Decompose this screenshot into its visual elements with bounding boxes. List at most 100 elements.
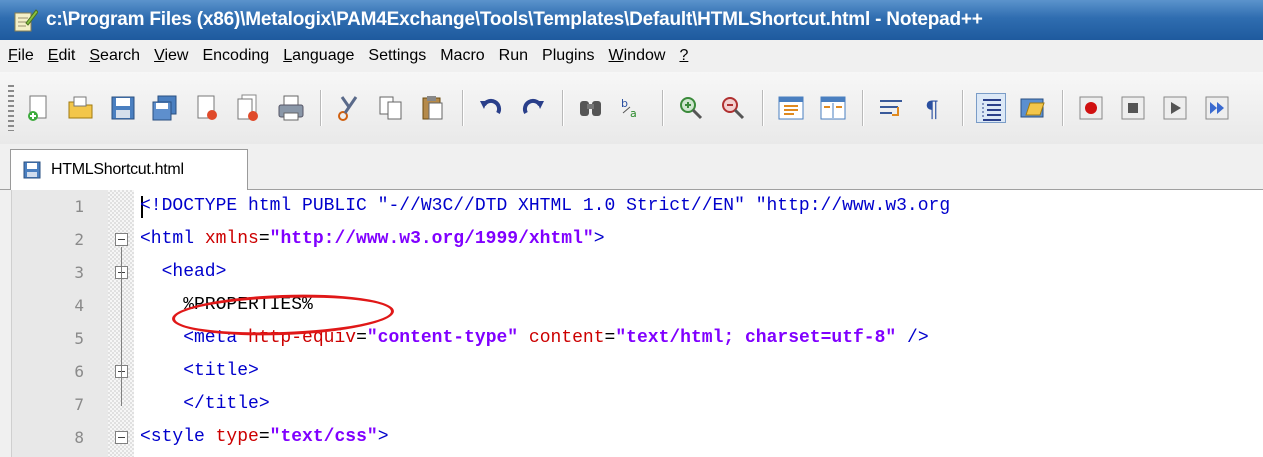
- notepadpp-app-icon[interactable]: [12, 7, 39, 33]
- find-button[interactable]: [576, 93, 606, 123]
- code-token-tag: <html: [140, 229, 205, 249]
- close-all-button[interactable]: [234, 93, 264, 123]
- tab-label: HTMLShortcut.html: [51, 161, 184, 178]
- sync-horizontal-button[interactable]: [818, 93, 848, 123]
- code-token-tag: >: [377, 427, 389, 447]
- run-macro-multiple-button[interactable]: [1202, 93, 1232, 123]
- run-macro-multiple-icon: [1205, 96, 1229, 120]
- svg-text:b: b: [621, 97, 628, 110]
- open-file-icon: [68, 96, 93, 119]
- fold-toggle[interactable]: [115, 431, 128, 444]
- show-all-chars-button[interactable]: ¶: [918, 93, 948, 123]
- zoom-in-button[interactable]: [676, 93, 706, 123]
- code-token-plain: =: [604, 328, 616, 348]
- code-line[interactable]: <title>: [140, 355, 259, 388]
- menu-search[interactable]: Search: [89, 47, 140, 65]
- paste-button[interactable]: [418, 93, 448, 123]
- toolbar-separator: [1062, 90, 1064, 126]
- line-number: 7: [74, 395, 84, 414]
- line-number: 5: [74, 329, 84, 348]
- record-macro-button[interactable]: [1076, 93, 1106, 123]
- fold-toggle[interactable]: [115, 233, 128, 246]
- toolbar-separator: [462, 90, 464, 126]
- open-file-button[interactable]: [66, 93, 96, 123]
- code-line[interactable]: </title>: [140, 388, 270, 421]
- code-line[interactable]: <style type="text/css">: [140, 421, 389, 454]
- menu-view[interactable]: View: [154, 47, 188, 65]
- save-all-button[interactable]: [150, 93, 180, 123]
- menu-encoding[interactable]: Encoding: [202, 47, 269, 65]
- play-macro-button[interactable]: [1160, 93, 1190, 123]
- folder-as-workspace-button[interactable]: [1018, 93, 1048, 123]
- code-token-tag: />: [896, 328, 929, 348]
- menu-window[interactable]: Window: [609, 47, 666, 65]
- code-line[interactable]: <!DOCTYPE html PUBLIC "-//W3C//DTD XHTML…: [140, 190, 950, 223]
- code-token-attr: content: [528, 328, 605, 348]
- record-macro-icon: [1079, 96, 1103, 120]
- word-wrap-icon: [880, 100, 902, 116]
- print-button[interactable]: [276, 93, 306, 123]
- show-all-chars-icon: ¶: [925, 98, 939, 123]
- undo-button[interactable]: [476, 93, 506, 123]
- menu-plugins[interactable]: Plugins: [542, 47, 594, 65]
- line-number: 3: [74, 263, 84, 282]
- line-number: 6: [74, 362, 84, 381]
- stop-record-icon: [1121, 96, 1145, 120]
- sync-vertical-button[interactable]: [776, 93, 806, 123]
- code-token-tag: </title>: [140, 394, 270, 414]
- redo-button[interactable]: [518, 93, 548, 123]
- title-bar: c:\Program Files (x86)\Metalogix\PAM4Exc…: [0, 0, 1263, 40]
- code-line[interactable]: <head>: [140, 256, 227, 289]
- save-icon: [111, 96, 135, 120]
- save-button[interactable]: [108, 93, 138, 123]
- new-file-button[interactable]: [24, 93, 54, 123]
- indent-guide-button[interactable]: [976, 93, 1006, 123]
- menu-edit[interactable]: Edit: [48, 47, 76, 65]
- undo-icon: [480, 98, 502, 114]
- toolbar-separator: [762, 90, 764, 126]
- replace-button[interactable]: ba: [618, 93, 648, 123]
- copy-button[interactable]: [376, 93, 406, 123]
- editor-left-edge: [0, 190, 12, 457]
- zoom-in-icon: [680, 97, 703, 120]
- paste-icon: [422, 96, 443, 120]
- stop-record-button[interactable]: [1118, 93, 1148, 123]
- zoom-out-icon: [722, 97, 745, 120]
- saved-file-icon: [23, 161, 41, 179]
- toolbar-separator: [562, 90, 564, 126]
- toolbar-separator: [320, 90, 322, 126]
- code-token-tag: <head>: [140, 262, 227, 282]
- redo-icon: [522, 98, 544, 114]
- fold-guide: [121, 379, 122, 406]
- code-token-plain: =: [258, 229, 270, 249]
- code-token-attr: xmlns: [204, 229, 259, 249]
- close-button[interactable]: [192, 93, 222, 123]
- menu-settings[interactable]: Settings: [368, 47, 426, 65]
- replace-icon: ba: [621, 97, 637, 120]
- indent-guide-icon: [982, 99, 1001, 121]
- code-line[interactable]: <html xmlns="http://www.w3.org/1999/xhtm…: [140, 223, 605, 256]
- line-number: 8: [74, 428, 84, 447]
- find-icon: [580, 101, 601, 116]
- menu-language[interactable]: Language: [283, 47, 354, 65]
- folder-as-workspace-icon: [1020, 98, 1045, 118]
- menu-help[interactable]: ?: [679, 47, 688, 65]
- menu-bar: File Edit Search View Encoding Language Settin…: [0, 40, 1263, 72]
- play-macro-icon: [1163, 96, 1187, 120]
- menu-macro[interactable]: Macro: [440, 47, 484, 65]
- svg-text:¶: ¶: [925, 98, 939, 123]
- code-token-tag: <!DOCTYPE html PUBLIC "-//W3C//DTD XHTML…: [140, 196, 951, 216]
- tab-htmlshortcut[interactable]: HTMLShortcut.html: [10, 149, 248, 190]
- code-token-str: "content-type": [366, 328, 519, 348]
- line-number: 1: [74, 197, 84, 216]
- code-token-tag: >: [593, 229, 605, 249]
- cut-button[interactable]: [334, 93, 364, 123]
- toolbar-grip[interactable]: [8, 85, 14, 131]
- new-file-icon: [28, 95, 47, 121]
- word-wrap-button[interactable]: [876, 93, 906, 123]
- zoom-out-button[interactable]: [718, 93, 748, 123]
- menu-file[interactable]: File: [8, 47, 34, 65]
- code-token-plain: =: [258, 427, 270, 447]
- menu-run[interactable]: Run: [499, 47, 528, 65]
